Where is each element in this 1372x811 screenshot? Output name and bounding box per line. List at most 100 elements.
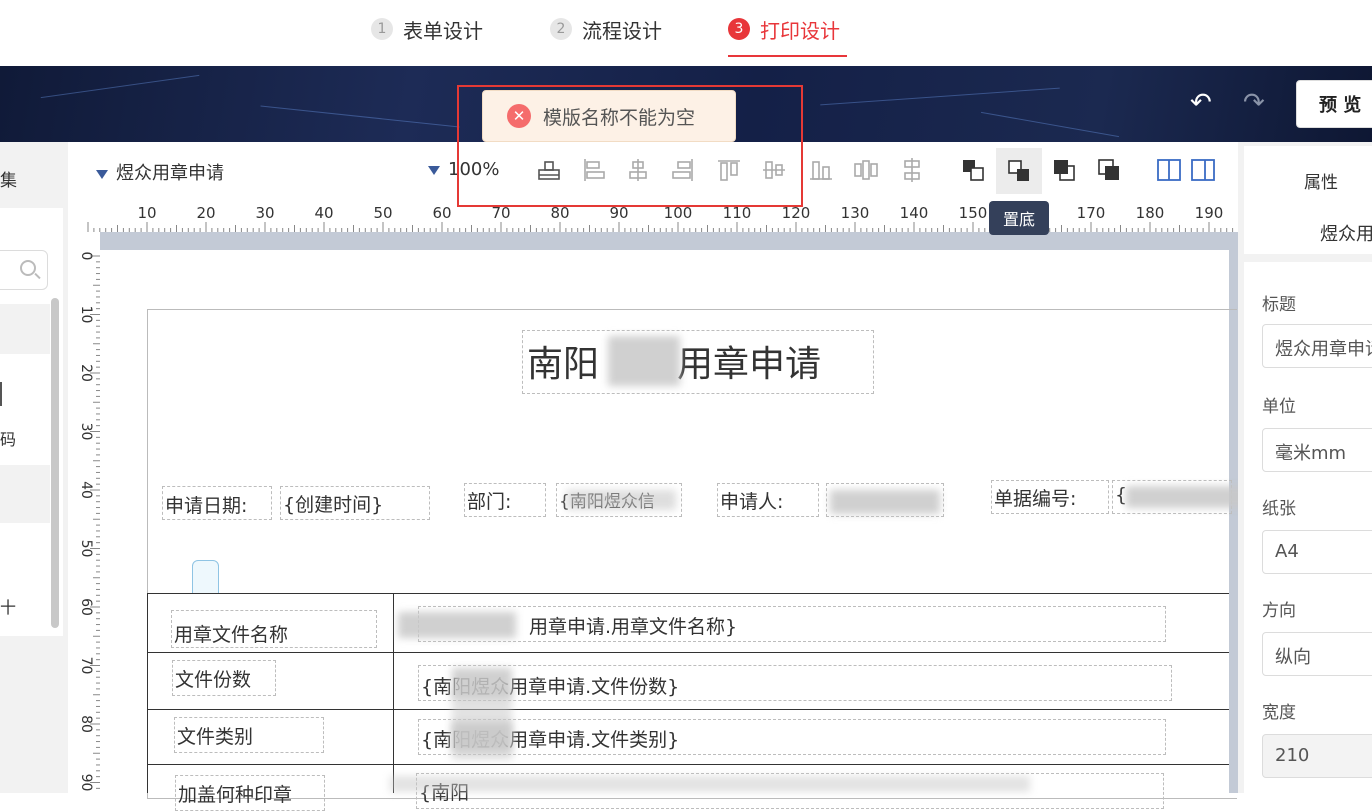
- step-form-design[interactable]: 1 表单设计: [371, 14, 483, 44]
- ruler-label: 180: [1136, 204, 1165, 222]
- field-label-title: 标题: [1262, 295, 1296, 315]
- redacted-block: [1126, 486, 1256, 508]
- title-text-left: 南阳: [527, 344, 600, 385]
- step-number: 1: [371, 18, 393, 40]
- preview-button[interactable]: 预 览: [1296, 80, 1372, 128]
- table-row-label[interactable]: 加盖何种印章: [175, 775, 325, 811]
- step-label: 流程设计: [582, 18, 662, 43]
- properties-form: 标题 煜众用章申请 单位 毫米mm 纸张 A4 方向 纵向 宽度 210: [1244, 262, 1372, 793]
- split-layout-icon[interactable]: [1155, 156, 1183, 184]
- ruler-label: 190: [1195, 204, 1224, 222]
- width-input[interactable]: 210: [1262, 734, 1372, 778]
- properties-tab-value: 煜众用: [1320, 224, 1372, 245]
- ruler-label: 90: [78, 774, 94, 792]
- table-border: [147, 593, 148, 793]
- redo-icon[interactable]: ↷: [1243, 88, 1265, 118]
- redacted-block: [608, 336, 680, 386]
- field-label-width: 宽度: [1262, 703, 1296, 723]
- redacted-block: [398, 612, 516, 638]
- applicant-label[interactable]: 申请人:: [717, 483, 819, 517]
- ruler-label: 170: [1077, 204, 1106, 222]
- component-row[interactable]: [0, 465, 50, 523]
- send-to-bottom-tooltip: 置底: [989, 201, 1049, 235]
- align-bottom-icon[interactable]: [807, 156, 835, 184]
- step-number: 3: [728, 18, 750, 40]
- send-backward-icon[interactable]: [1095, 156, 1123, 184]
- redacted-block: [390, 776, 1030, 792]
- ruler-label: 10: [137, 204, 156, 222]
- left-panel-scrollbar[interactable]: [51, 298, 59, 628]
- step-number: 2: [550, 18, 572, 40]
- ruler-label: 30: [78, 423, 94, 441]
- step-flow-design[interactable]: 2 流程设计: [550, 14, 662, 44]
- dept-label[interactable]: 部门:: [464, 483, 546, 517]
- left-panel-tab[interactable]: 集: [0, 166, 17, 191]
- ruler-track: [100, 232, 1238, 250]
- step-navigation: 1 表单设计 2 流程设计 3 打印设计: [0, 0, 1372, 66]
- bill-number-label[interactable]: 单据编号:: [991, 480, 1109, 514]
- step-label: 打印设计: [760, 18, 840, 43]
- bring-forward-icon[interactable]: [959, 156, 987, 184]
- field-label-orientation: 方向: [1262, 601, 1296, 621]
- ruler-label: 140: [900, 204, 929, 222]
- table-row-value[interactable]: 用章申请.用章文件名称}: [418, 606, 1166, 642]
- title-input[interactable]: 煜众用章申请: [1262, 324, 1372, 368]
- redacted-block: [830, 490, 940, 514]
- properties-tab-card: 属性 煜众用: [1244, 146, 1372, 254]
- component-row[interactable]: [0, 304, 50, 354]
- caret-down-icon: [428, 165, 440, 175]
- properties-tab[interactable]: 属性: [1304, 168, 1338, 193]
- table-border: [147, 652, 1229, 653]
- print-canvas: 南阳用章申请 申请日期: {创建时间} 部门: {南阳煜众信 申请人: 单据编号…: [100, 250, 1256, 811]
- bring-to-front-icon[interactable]: [1050, 156, 1078, 184]
- undo-icon[interactable]: ↶: [1190, 88, 1212, 118]
- table-row-value[interactable]: {南阳煜众用章申请.文件份数}: [418, 665, 1172, 701]
- redacted-block: [452, 690, 512, 760]
- distribute-vertical-icon[interactable]: [898, 156, 926, 184]
- ruler-label: 40: [314, 204, 333, 222]
- field-label-paper: 纸张: [1262, 499, 1296, 519]
- split-layout-alt-icon[interactable]: [1189, 156, 1217, 184]
- table-row-label[interactable]: 文件份数: [172, 660, 276, 696]
- document-title[interactable]: 南阳 用章申请: [522, 330, 874, 394]
- send-to-bottom-button[interactable]: [996, 148, 1042, 194]
- table-row-value[interactable]: {南阳煜众用章申请.文件类别}: [418, 719, 1166, 755]
- date-field[interactable]: {创建时间}: [280, 486, 430, 520]
- template-select-value: 煜众用章申请: [116, 163, 224, 184]
- table-row-label[interactable]: 用章文件名称: [171, 610, 377, 648]
- table-border: [393, 593, 394, 793]
- left-component-panel: 集 码 十: [0, 142, 68, 793]
- ruler-label: 0: [78, 252, 94, 261]
- orientation-select[interactable]: 纵向: [1262, 632, 1372, 676]
- table-row-label[interactable]: 文件类别: [174, 717, 324, 753]
- ruler-label: 30: [255, 204, 274, 222]
- active-step-underline: [728, 55, 847, 57]
- selection-handle[interactable]: [192, 560, 219, 594]
- field-label-unit: 单位: [1262, 397, 1296, 417]
- highlight-box: [457, 85, 803, 207]
- title-text-right: 用章申请: [677, 344, 822, 385]
- unit-select[interactable]: 毫米mm: [1262, 428, 1372, 472]
- paper-select[interactable]: A4: [1262, 530, 1372, 574]
- search-icon: [20, 260, 36, 276]
- table-border: [147, 593, 1229, 594]
- vertical-ruler: 0 10 20 30 40 50 60 70 80 90: [68, 232, 100, 793]
- component-search-input[interactable]: [0, 250, 48, 290]
- step-print-design[interactable]: 3 打印设计: [728, 14, 840, 44]
- ruler-label: 50: [373, 204, 392, 222]
- distribute-horizontal-icon[interactable]: [852, 156, 880, 184]
- send-to-bottom-icon: [1008, 160, 1029, 181]
- step-label: 表单设计: [403, 18, 483, 43]
- ruler-label: 80: [78, 715, 94, 733]
- ruler-label: 130: [841, 204, 870, 222]
- table-border: [147, 709, 1229, 710]
- ruler-label: 20: [196, 204, 215, 222]
- table-border: [147, 764, 1229, 765]
- template-select[interactable]: 煜众用章申请: [96, 159, 224, 185]
- ruler-label: 60: [78, 598, 94, 616]
- ruler-label: 150: [959, 204, 988, 222]
- date-label[interactable]: 申请日期:: [162, 486, 272, 520]
- component-label-fragment: 码: [0, 430, 17, 449]
- ruler-label: 70: [78, 657, 94, 675]
- ruler-label: 40: [78, 481, 94, 499]
